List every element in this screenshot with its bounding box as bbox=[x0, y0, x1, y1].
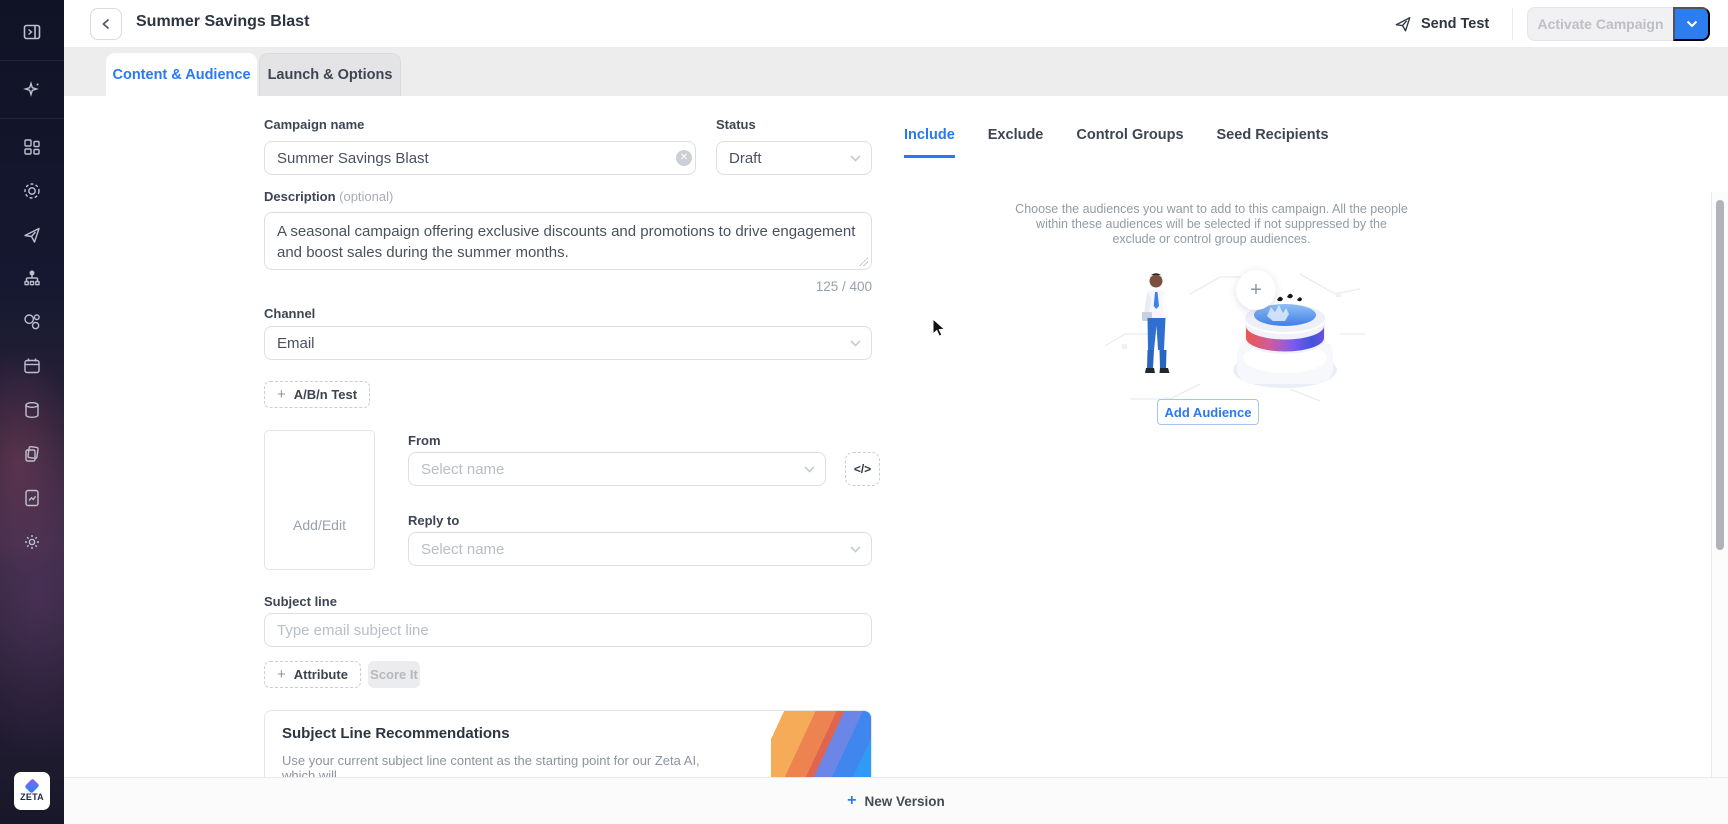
tab-include[interactable]: Include bbox=[904, 127, 955, 158]
tab-launch-options-label: Launch & Options bbox=[268, 67, 393, 83]
database-icon[interactable] bbox=[22, 400, 42, 420]
send-test-button[interactable]: Send Test bbox=[1394, 11, 1489, 37]
send-test-label: Send Test bbox=[1421, 16, 1489, 32]
sidebar: ZETA bbox=[0, 0, 64, 824]
from-placeholder: Select name bbox=[421, 461, 504, 478]
code-view-button[interactable]: </> bbox=[845, 452, 880, 486]
code-icon: </> bbox=[854, 462, 871, 476]
channel-label: Channel bbox=[264, 306, 315, 321]
plus-icon: + bbox=[277, 387, 286, 402]
collapse-panel-icon[interactable] bbox=[22, 22, 42, 42]
activate-campaign-caret-button[interactable] bbox=[1673, 7, 1710, 41]
report-document-icon[interactable] bbox=[22, 488, 42, 508]
reply-to-placeholder: Select name bbox=[421, 541, 504, 558]
top-header: Summer Savings Blast Send Test Activate … bbox=[64, 0, 1728, 48]
scrollbar-thumb[interactable] bbox=[1716, 200, 1724, 550]
sidebar-divider bbox=[0, 118, 64, 119]
audience-description: Choose the audiences you want to add to … bbox=[1014, 202, 1409, 247]
attribute-button[interactable]: + Attribute bbox=[264, 661, 361, 688]
audience-illustration: + bbox=[1040, 264, 1370, 404]
status-select[interactable]: Draft bbox=[716, 141, 872, 175]
channel-select[interactable]: Email bbox=[264, 326, 872, 360]
top-tab-strip: Content & Audience Launch & Options bbox=[64, 48, 1728, 96]
campaign-name-input[interactable] bbox=[264, 141, 696, 175]
version-footer: + New Version bbox=[64, 777, 1728, 824]
new-version-label: New Version bbox=[865, 794, 945, 809]
new-version-button[interactable]: + New Version bbox=[847, 793, 945, 809]
person-illustration bbox=[1135, 272, 1177, 382]
sidebar-divider bbox=[0, 60, 64, 61]
activate-campaign-label: Activate Campaign bbox=[1537, 16, 1663, 32]
from-select[interactable]: Select name bbox=[408, 452, 826, 486]
subject-line-label: Subject line bbox=[264, 594, 337, 609]
reply-to-select[interactable]: Select name bbox=[408, 532, 872, 566]
description-value: A seasonal campaign offering exclusive d… bbox=[277, 223, 855, 261]
description-textarea[interactable]: A seasonal campaign offering exclusive d… bbox=[264, 212, 872, 270]
plus-icon: + bbox=[277, 667, 286, 682]
campaign-editor-page: ZETA Summer Savings Blast Send Test Acti… bbox=[0, 0, 1728, 824]
description-label: Description (optional) bbox=[264, 189, 393, 204]
tab-launch-options[interactable]: Launch & Options bbox=[259, 53, 401, 96]
tab-content-audience-label: Content & Audience bbox=[112, 67, 250, 83]
subject-line-input[interactable] bbox=[264, 613, 872, 647]
subject-line-recommendations-card[interactable]: Subject Line Recommendations Use your cu… bbox=[264, 710, 872, 777]
layers-icon[interactable] bbox=[22, 444, 42, 464]
ai-sparkle-icon[interactable] bbox=[22, 80, 42, 100]
activate-campaign-button[interactable]: Activate Campaign bbox=[1527, 7, 1673, 41]
creative-add-edit-box[interactable]: Add/Edit bbox=[264, 430, 375, 570]
tab-content-audience[interactable]: Content & Audience bbox=[106, 53, 257, 96]
calendar-icon[interactable] bbox=[22, 356, 42, 376]
add-edit-label: Add/Edit bbox=[265, 517, 374, 533]
platform-illustration bbox=[1040, 264, 1370, 404]
chevron-left-icon bbox=[101, 18, 111, 30]
channel-value: Email bbox=[277, 335, 315, 352]
status-label: Status bbox=[716, 117, 756, 132]
send-campaign-icon[interactable] bbox=[22, 225, 42, 245]
from-label: From bbox=[408, 433, 441, 448]
optional-hint: (optional) bbox=[339, 189, 393, 204]
plus-icon: + bbox=[847, 793, 856, 809]
back-button[interactable] bbox=[90, 8, 122, 40]
scrollbar-track[interactable] bbox=[1711, 192, 1728, 824]
zeta-logo[interactable]: ZETA bbox=[14, 772, 50, 810]
dashboard-icon[interactable] bbox=[22, 137, 42, 157]
abn-test-label: A/B/n Test bbox=[294, 387, 357, 402]
main-content: Campaign name ✕ Status Draft Description… bbox=[64, 96, 1728, 777]
tab-seed-recipients[interactable]: Seed Recipients bbox=[1217, 127, 1329, 158]
char-counter: 125 / 400 bbox=[722, 279, 872, 294]
score-it-label: Score It bbox=[370, 667, 418, 682]
gradient-art bbox=[771, 711, 871, 777]
campaign-name-label: Campaign name bbox=[264, 117, 364, 132]
sitemap-icon[interactable] bbox=[22, 269, 42, 289]
audience-tabs: Include Exclude Control Groups Seed Reci… bbox=[904, 127, 1329, 158]
zeta-logo-text: ZETA bbox=[20, 792, 44, 802]
add-audience-label: Add Audience bbox=[1165, 405, 1252, 420]
tab-control-groups[interactable]: Control Groups bbox=[1076, 127, 1183, 158]
reply-to-label: Reply to bbox=[408, 513, 459, 528]
attribute-label: Attribute bbox=[294, 667, 348, 682]
audiences-bubbles-icon[interactable] bbox=[22, 312, 42, 332]
chevron-down-icon bbox=[1686, 20, 1698, 28]
clear-input-icon[interactable]: ✕ bbox=[676, 150, 692, 166]
target-icon[interactable] bbox=[22, 181, 42, 201]
status-value: Draft bbox=[729, 150, 762, 167]
score-it-button[interactable]: Score It bbox=[368, 661, 420, 688]
header-divider bbox=[1512, 8, 1513, 40]
add-audience-button[interactable]: Add Audience bbox=[1157, 399, 1259, 425]
recommendations-subtitle: Use your current subject line content as… bbox=[282, 753, 712, 777]
abn-test-button[interactable]: + A/B/n Test bbox=[264, 381, 370, 408]
resize-grip[interactable] bbox=[859, 257, 868, 266]
settings-gear-icon[interactable] bbox=[22, 532, 42, 552]
recommendations-title: Subject Line Recommendations bbox=[282, 725, 510, 742]
tab-exclude[interactable]: Exclude bbox=[988, 127, 1044, 158]
paper-plane-icon bbox=[1394, 15, 1412, 33]
add-audience-plus-icon[interactable]: + bbox=[1236, 270, 1276, 310]
page-title: Summer Savings Blast bbox=[136, 13, 309, 31]
